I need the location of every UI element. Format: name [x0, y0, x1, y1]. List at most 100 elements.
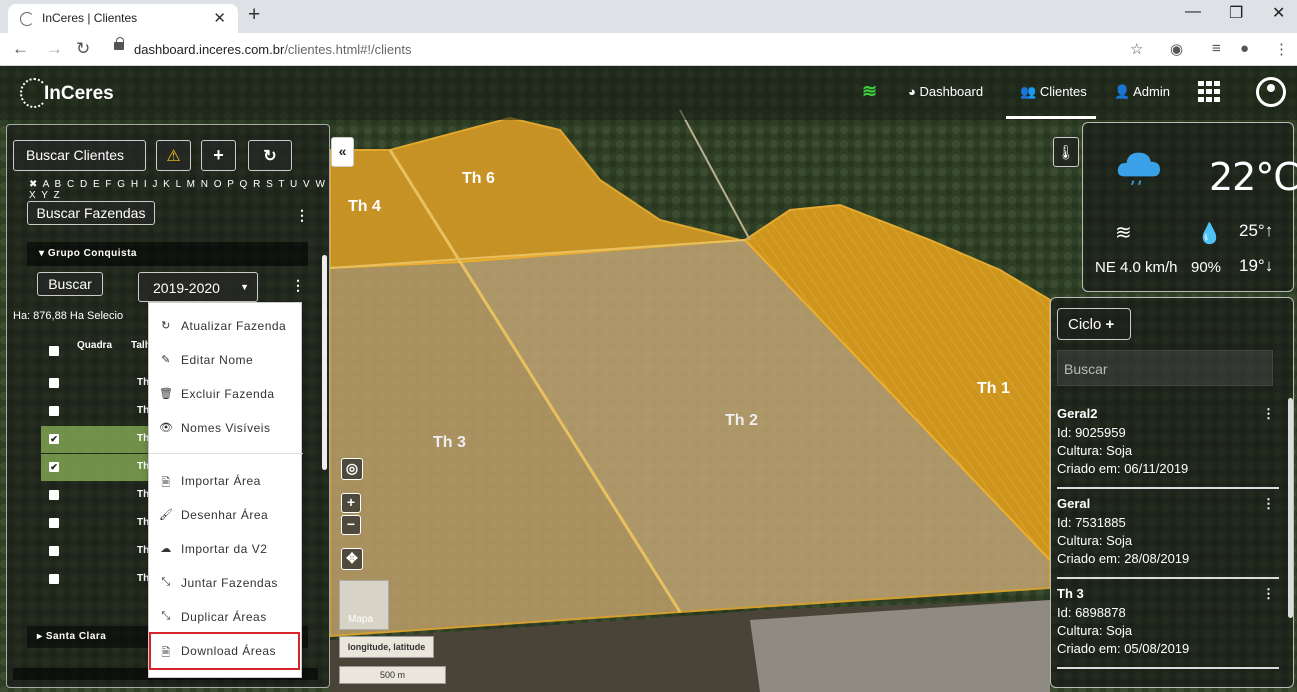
- extension-icon[interactable]: ◉: [1170, 40, 1183, 58]
- move-icon[interactable]: ✥: [341, 548, 363, 570]
- cycle-menu-icon[interactable]: ⋮: [1262, 406, 1275, 422]
- caret-down-icon: ▼: [240, 282, 249, 292]
- panel-scrollbar[interactable]: [322, 255, 327, 470]
- warning-button[interactable]: ⚠: [156, 140, 191, 171]
- file-import-icon: 🗎: [161, 477, 171, 489]
- compass-icon[interactable]: ◎: [341, 458, 363, 480]
- cycle-card[interactable]: Geral2 ⋮ Id: 9025959 Cultura: Soja Criad…: [1057, 406, 1279, 478]
- table-row[interactable]: Th: [41, 566, 161, 593]
- url-host: dashboard.inceres.com.br: [134, 42, 285, 57]
- menu-item-label: Duplicar Áreas: [181, 610, 267, 624]
- group-name: Grupo Conquista: [47, 248, 137, 259]
- cycles-scrollbar[interactable]: [1288, 398, 1293, 618]
- eye-icon: 👁: [159, 422, 174, 434]
- menu-item-atualizar-fazenda[interactable]: ↻ Atualizar Fazenda: [149, 311, 303, 341]
- arrow-up-icon: ↑: [1264, 221, 1274, 240]
- plot-label-th6[interactable]: Th 6: [462, 170, 495, 188]
- table-row[interactable]: Th: [41, 370, 161, 397]
- alphabet-filter[interactable]: ✖ A B C D E F G H I J K L M N O P Q R S …: [29, 179, 329, 201]
- table-row[interactable]: ✔ Th: [41, 454, 161, 481]
- plus-icon: +: [1105, 316, 1115, 333]
- cycle-search-input[interactable]: Buscar: [1057, 350, 1273, 386]
- season-select[interactable]: 2019-2020 ▼: [138, 272, 258, 302]
- cycle-cultura: Cultura: Soja: [1057, 443, 1133, 458]
- plot-label-th3[interactable]: Th 3: [433, 434, 466, 452]
- farms-menu-icon[interactable]: ⋮: [295, 207, 309, 224]
- add-client-button[interactable]: +: [201, 140, 236, 171]
- menu-item-nomes-visiveis[interactable]: 👁 Nomes Visíveis: [149, 413, 303, 443]
- menu-item-juntar-fazendas[interactable]: ⤡ Juntar Fazendas: [149, 568, 303, 598]
- select-all-checkbox[interactable]: [49, 346, 59, 356]
- new-tab-button[interactable]: +: [248, 3, 260, 27]
- menu-item-importar-area[interactable]: 🗎 Importar Área: [149, 466, 303, 496]
- row-checkbox[interactable]: ✔: [49, 462, 59, 472]
- cycle-card[interactable]: Geral ⋮ Id: 7531885 Cultura: Soja Criado…: [1057, 496, 1279, 568]
- row-checkbox[interactable]: ✔: [49, 434, 59, 444]
- forward-button[interactable]: →: [46, 39, 63, 59]
- cycle-id: Id: 9025959: [1057, 425, 1126, 440]
- cycle-card[interactable]: Th 3 ⋮ Id: 6898878 Cultura: Soja Criado …: [1057, 586, 1279, 658]
- window-close-button[interactable]: ✕: [1272, 3, 1285, 23]
- plot-label-th1[interactable]: Th 1: [977, 380, 1010, 398]
- row-checkbox[interactable]: [49, 574, 59, 584]
- star-icon[interactable]: ☆: [1130, 40, 1143, 58]
- table-row[interactable]: Th: [41, 538, 161, 565]
- menu-dots-icon[interactable]: ⋮: [1274, 40, 1289, 58]
- row-checkbox[interactable]: [49, 490, 59, 500]
- menu-item-duplicar-areas[interactable]: ⤡ Duplicar Áreas: [149, 602, 303, 632]
- menu-item-excluir-fazenda[interactable]: 🗑 Excluir Fazenda: [149, 379, 303, 409]
- refresh-icon: ↻: [161, 320, 171, 332]
- nav-dashboard[interactable]: ◕ Dashboard: [908, 84, 983, 99]
- wind-speed: NE 4.0 km/h: [1095, 259, 1178, 276]
- restore-button[interactable]: ❐: [1229, 3, 1243, 23]
- add-cycle-button[interactable]: Ciclo +: [1057, 308, 1131, 340]
- nav-clientes[interactable]: 👥 Clientes: [1020, 84, 1087, 100]
- cycle-menu-icon[interactable]: ⋮: [1262, 496, 1275, 512]
- search-farms-button[interactable]: Buscar Fazendas: [27, 201, 155, 225]
- tab-close-icon[interactable]: ✕: [213, 9, 226, 27]
- nav-admin[interactable]: 👤 Admin: [1114, 84, 1170, 100]
- menu-item-importar-v2[interactable]: ☁ Importar da V2: [149, 534, 303, 564]
- row-checkbox[interactable]: [49, 546, 59, 556]
- apps-grid-icon[interactable]: [1198, 81, 1222, 103]
- logo-text[interactable]: InCeres: [44, 83, 114, 105]
- menu-item-label: Editar Nome: [181, 353, 254, 367]
- reload-button[interactable]: ↻: [76, 39, 90, 59]
- map-type-label: Mapa: [348, 614, 374, 625]
- profile-icon[interactable]: ●: [1240, 40, 1249, 57]
- row-checkbox[interactable]: [49, 518, 59, 528]
- browser-tab[interactable]: InCeres | Clientes ✕: [8, 4, 238, 33]
- search-button[interactable]: Buscar: [37, 272, 103, 296]
- table-row[interactable]: Th: [41, 482, 161, 509]
- menu-item-editar-nome[interactable]: ✎ Editar Nome: [149, 345, 303, 375]
- back-button[interactable]: ←: [12, 39, 29, 59]
- plot-label-th2[interactable]: Th 2: [725, 412, 758, 430]
- plot-label-th4[interactable]: Th 4: [348, 198, 381, 216]
- thermometer-icon[interactable]: 🌡: [1053, 137, 1079, 167]
- cycle-name: Th 3: [1057, 586, 1084, 601]
- refresh-clients-button[interactable]: ↻: [248, 140, 292, 171]
- collapse-panel-button[interactable]: «: [331, 137, 354, 167]
- minimize-button[interactable]: —: [1185, 3, 1201, 21]
- cycle-menu-icon[interactable]: ⋮: [1262, 586, 1275, 602]
- group-header[interactable]: ▾ Grupo Conquista: [27, 242, 308, 266]
- farm-options-icon[interactable]: ⋮: [291, 277, 305, 294]
- search-clients-input[interactable]: Buscar Clientes: [13, 140, 146, 171]
- map-type-thumbnail[interactable]: Mapa: [339, 580, 389, 630]
- row-checkbox[interactable]: [49, 378, 59, 388]
- row-checkbox[interactable]: [49, 406, 59, 416]
- playlist-icon[interactable]: ≡: [1212, 40, 1221, 57]
- table-row[interactable]: ✔ Th: [41, 426, 161, 453]
- zoom-in-button[interactable]: +: [341, 493, 361, 513]
- menu-item-desenhar-area[interactable]: 🖌 Desenhar Área: [149, 500, 303, 530]
- menu-divider: [149, 453, 303, 454]
- url-bar[interactable]: dashboard.inceres.com.br/clientes.html#!…: [108, 37, 1158, 62]
- user-account-icon[interactable]: [1256, 77, 1286, 107]
- table-row[interactable]: Th: [41, 398, 161, 425]
- clear-filter-icon[interactable]: ✖: [29, 179, 43, 190]
- table-row[interactable]: Th: [41, 510, 161, 537]
- col-quadra[interactable]: Quadra: [77, 340, 112, 351]
- max-temp-value: 25°: [1239, 221, 1265, 240]
- zoom-out-button[interactable]: −: [341, 515, 361, 535]
- alphabet-letters[interactable]: A B C D E F G H I J K L M N O P Q R S T …: [29, 179, 326, 201]
